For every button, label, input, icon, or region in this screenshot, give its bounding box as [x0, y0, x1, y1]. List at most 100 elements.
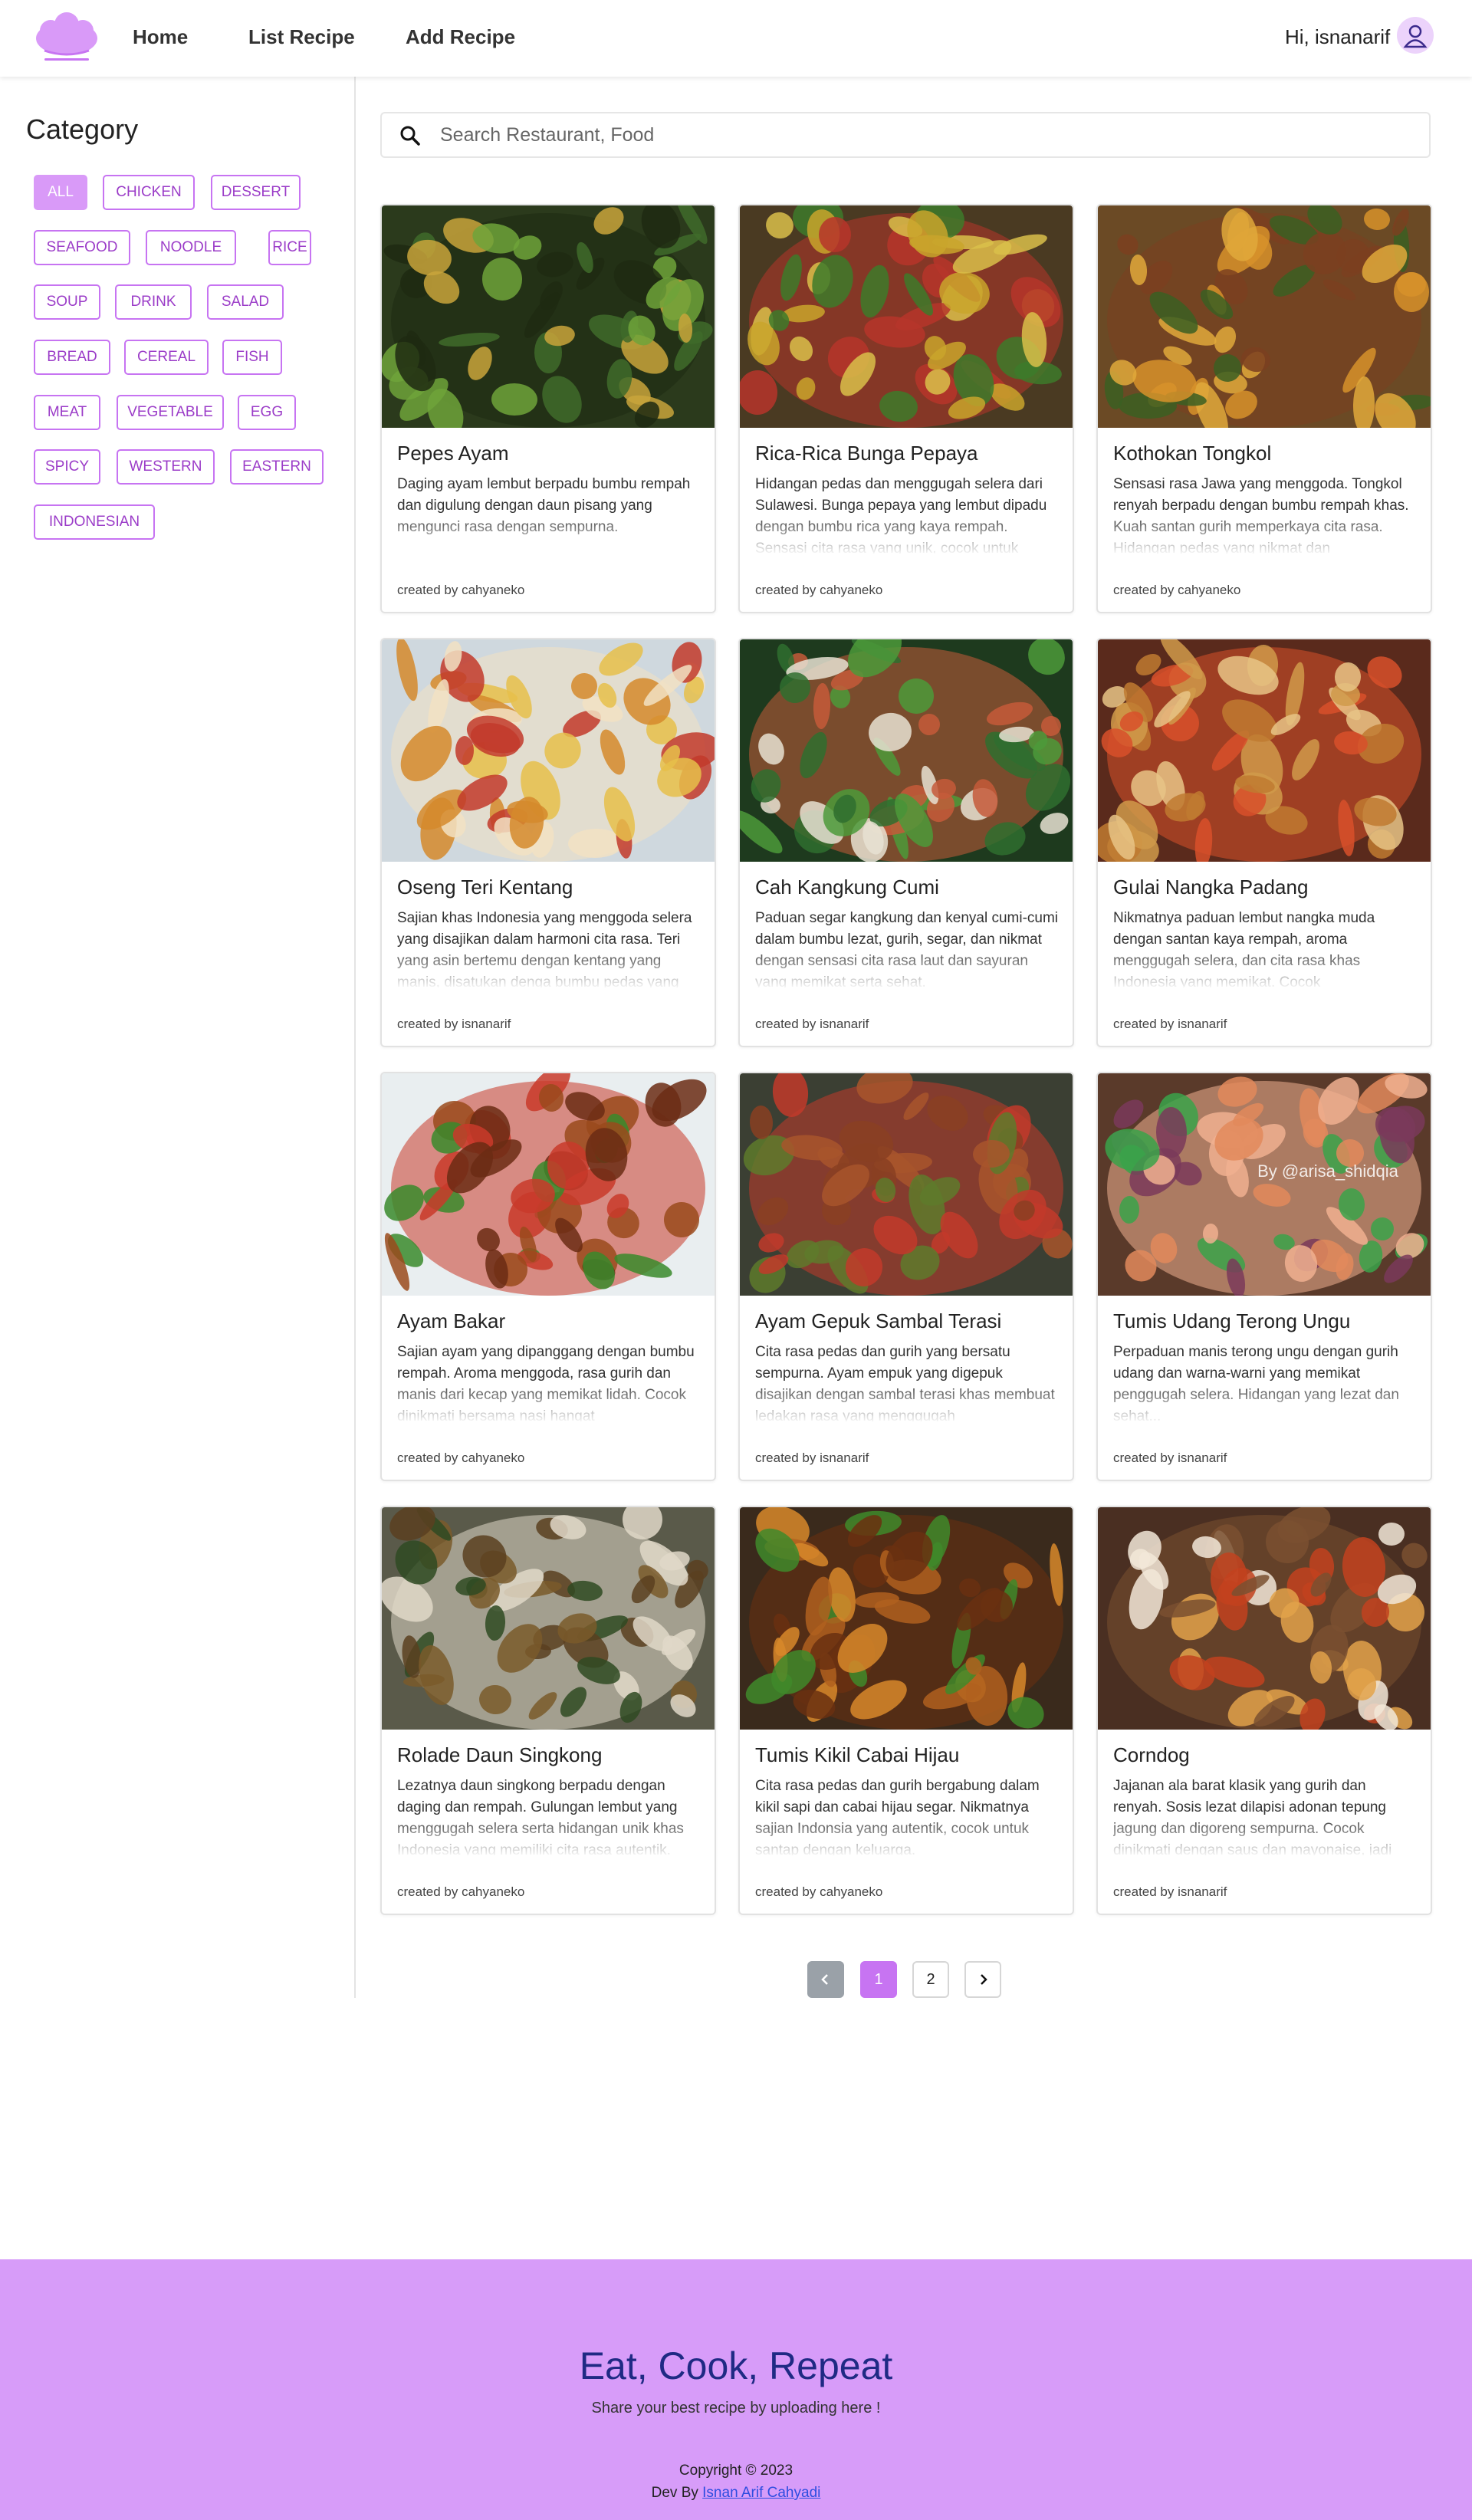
recipe-title[interactable]: Kothokan Tongkol: [1113, 442, 1271, 465]
category-chip-salad[interactable]: SALAD: [207, 284, 284, 320]
recipe-image[interactable]: [1098, 205, 1431, 428]
recipe-image[interactable]: [382, 639, 715, 862]
recipe-image[interactable]: [1098, 1507, 1431, 1730]
food-image: [1098, 205, 1431, 428]
category-chip-bread[interactable]: BREAD: [34, 340, 110, 375]
user-greeting: Hi, isnanarif: [1285, 25, 1391, 48]
recipe-image[interactable]: [740, 1073, 1073, 1296]
recipe-author: created by isnanarif: [1113, 1451, 1227, 1465]
nav-add-recipe-link[interactable]: Add Recipe: [406, 25, 515, 49]
recipe-author: created by cahyaneko: [755, 1884, 883, 1899]
user-icon: [1403, 25, 1428, 48]
footer-subtitle: Share your best recipe by uploading here…: [591, 2400, 881, 2417]
recipe-title[interactable]: Corndog: [1113, 1743, 1190, 1767]
category-chip-fish[interactable]: FISH: [222, 340, 282, 375]
category-chip-meat[interactable]: MEAT: [34, 395, 100, 430]
footer-developer: Dev By Isnan Arif Cahyadi: [0, 2485, 1472, 2502]
category-chip-chicken[interactable]: CHICKEN: [103, 175, 195, 210]
recipe-title[interactable]: Rolade Daun Singkong: [397, 1743, 602, 1767]
search-bar: [380, 112, 1431, 158]
chef-hat-logo-icon[interactable]: [34, 11, 100, 64]
recipe-image[interactable]: [382, 1507, 715, 1730]
category-chip-eastern[interactable]: EASTERN: [230, 449, 324, 485]
category-chip-noodle[interactable]: NOODLE: [146, 230, 236, 265]
page-button-1[interactable]: 1: [860, 1961, 897, 1998]
nav-list-recipe-link[interactable]: List Recipe: [248, 25, 355, 49]
category-chip-all[interactable]: ALL: [34, 175, 87, 210]
recipe-card[interactable]: Tumis Kikil Cabai Hijau Cita rasa pedas d…: [738, 1506, 1074, 1915]
recipe-author: created by isnanarif: [1113, 1884, 1227, 1899]
recipe-image[interactable]: [740, 205, 1073, 428]
food-image: [740, 1073, 1073, 1296]
next-page-button[interactable]: [964, 1961, 1001, 1998]
recipe-card[interactable]: Ayam Gepuk Sambal Terasi Cita rasa pedas …: [738, 1072, 1074, 1481]
category-chip-drink[interactable]: DRINK: [115, 284, 192, 320]
recipe-title[interactable]: Rica-Rica Bunga Pepaya: [755, 442, 978, 465]
recipe-image[interactable]: [1098, 639, 1431, 862]
category-chip-vegetable[interactable]: VEGETABLE: [117, 395, 224, 430]
recipe-author: created by isnanarif: [755, 1451, 869, 1465]
recipe-card[interactable]: Corndog Jajanan ala barat klasik yang gur…: [1096, 1506, 1432, 1915]
recipe-card[interactable]: Oseng Teri Kentang Sajian khas Indonesia …: [380, 638, 716, 1047]
recipe-author: created by cahyaneko: [755, 583, 883, 597]
category-chip-dessert[interactable]: DESSERT: [211, 175, 301, 210]
footer: Eat, Cook, Repeat Share your best recipe…: [0, 2259, 1472, 2520]
prev-page-button[interactable]: [807, 1961, 844, 1998]
recipe-description: Daging ayam lembut berpadu bumbu rempah …: [397, 474, 701, 554]
recipe-title[interactable]: Cah Kangkung Cumi: [755, 876, 939, 899]
recipe-title[interactable]: Oseng Teri Kentang: [397, 876, 573, 899]
recipe-card[interactable]: Ayam Bakar Sajian ayam yang dipanggang de…: [380, 1072, 716, 1481]
recipe-card[interactable]: Rolade Daun Singkong Lezatnya daun singko…: [380, 1506, 716, 1915]
recipe-image[interactable]: [382, 205, 715, 428]
food-image: [382, 639, 715, 862]
user-avatar[interactable]: [1397, 17, 1434, 54]
recipe-image[interactable]: [382, 1073, 715, 1296]
recipe-description: Nikmatnya paduan lembut nangka muda deng…: [1113, 908, 1417, 987]
footer-copyright: Copyright © 2023: [678, 2463, 794, 2479]
recipe-author: created by cahyaneko: [397, 1884, 525, 1899]
recipe-author: created by cahyaneko: [397, 583, 525, 597]
recipe-image[interactable]: [740, 639, 1073, 862]
food-image: [382, 205, 715, 428]
recipe-card[interactable]: Gulai Nangka Padang Nikmatnya paduan lemb…: [1096, 638, 1432, 1047]
recipe-title[interactable]: Tumis Udang Terong Ungu: [1113, 1309, 1350, 1333]
nav-home-link[interactable]: Home: [133, 25, 188, 49]
recipe-title[interactable]: Ayam Bakar: [397, 1309, 505, 1333]
recipe-card[interactable]: Rica-Rica Bunga Pepaya Hidangan pedas dan…: [738, 204, 1074, 613]
recipe-title[interactable]: Tumis Kikil Cabai Hijau: [755, 1743, 959, 1767]
category-chip-egg[interactable]: EGG: [238, 395, 296, 430]
category-chip-seafood[interactable]: SEAFOOD: [34, 230, 130, 265]
image-watermark: By @arisa_shidqia: [1257, 1161, 1399, 1181]
footer-dev-link[interactable]: Isnan Arif Cahyadi: [702, 2485, 820, 2501]
category-chip-rice[interactable]: RICE: [268, 230, 311, 265]
category-sidebar: Category ALL CHICKEN DESSERT SEAFOOD NOODLE R…: [0, 77, 356, 1998]
food-image: [1098, 639, 1431, 862]
recipe-description: Lezatnya daun singkong berpadu dengan da…: [397, 1776, 701, 1855]
recipe-image[interactable]: By @arisa_shidqia: [1098, 1073, 1431, 1296]
chevron-right-icon: [981, 1974, 987, 1985]
recipe-author: created by cahyaneko: [397, 1451, 525, 1465]
category-chip-cereal[interactable]: CEREAL: [124, 340, 209, 375]
recipe-card[interactable]: Cah Kangkung Cumi Paduan segar kangkung d…: [738, 638, 1074, 1047]
recipe-title[interactable]: Pepes Ayam: [397, 442, 509, 465]
recipe-card[interactable]: Pepes Ayam Daging ayam lembut berpadu bum…: [380, 204, 716, 613]
category-chip-western[interactable]: WESTERN: [117, 449, 215, 485]
category-chip-spicy[interactable]: SPICY: [34, 449, 100, 485]
recipe-card[interactable]: Kothokan Tongkol Sensasi rasa Jawa yang m…: [1096, 204, 1432, 613]
category-heading: Category: [26, 113, 139, 145]
page-button-2[interactable]: 2: [912, 1961, 949, 1998]
category-chip-indonesian[interactable]: INDONESIAN: [34, 504, 155, 540]
recipe-image[interactable]: [740, 1507, 1073, 1730]
recipe-description: Cita rasa pedas dan gurih yang bersatu s…: [755, 1342, 1059, 1421]
recipe-card[interactable]: By @arisa_shidqia Tumis Udang Terong Ungu…: [1096, 1072, 1432, 1481]
footer-title: Eat, Cook, Repeat: [579, 2344, 893, 2387]
chevron-left-icon: [821, 1974, 828, 1985]
recipe-description: Jajanan ala barat klasik yang gurih dan …: [1113, 1776, 1417, 1855]
recipe-author: created by isnanarif: [1113, 1017, 1227, 1031]
category-chip-soup[interactable]: SOUP: [34, 284, 100, 320]
footer-dev-prefix: Dev By: [651, 2485, 698, 2501]
search-input[interactable]: [440, 120, 1414, 150]
recipe-author: created by cahyaneko: [1113, 583, 1241, 597]
recipe-title[interactable]: Ayam Gepuk Sambal Terasi: [755, 1309, 1001, 1333]
recipe-title[interactable]: Gulai Nangka Padang: [1113, 876, 1308, 899]
